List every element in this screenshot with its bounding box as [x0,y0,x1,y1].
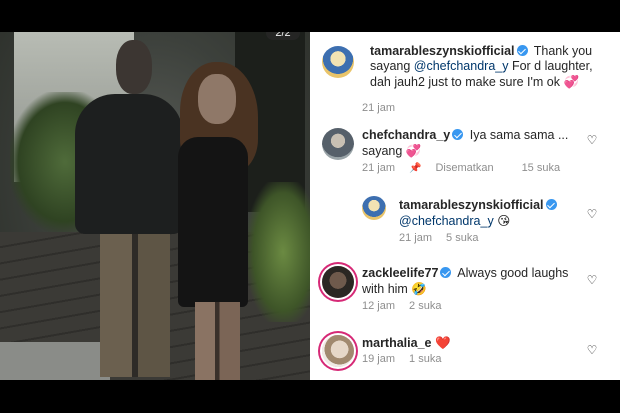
comment-username[interactable]: marthalia_e [362,336,431,350]
mention-link[interactable]: @chefchandra_y [399,214,494,228]
emoji: 😘 [497,213,511,228]
verified-badge-icon [452,129,464,140]
comment-username[interactable]: zackleelife77 [362,266,438,280]
avatar[interactable] [362,196,386,220]
post-viewer: 2/2 tamarableszynskiofficial Thank you s… [0,32,620,380]
comment-time: 21 jam [362,102,396,114]
comment-item: tamarableszynskiofficial Thank you sayan… [310,42,620,117]
comments-panel: tamarableszynskiofficial Thank you sayan… [310,32,620,380]
pinned-label: 📌 Disematkan [409,162,494,174]
emoji: ❤️ [434,335,451,350]
heart-outline-icon[interactable]: ♡ [586,208,598,220]
avatar[interactable] [322,128,354,160]
comment-text: tamarableszynskiofficial Thank you sayan… [370,44,593,89]
emoji: 💞 [405,143,422,158]
comment-text: chefchandra_y Iya sama sama ... sayang 💞 [362,128,569,158]
comment-time: 12 jam [362,300,396,312]
likes-count[interactable]: 2 suka [409,300,441,312]
emoji: 🤣 [411,281,427,296]
verified-badge-icon [545,199,557,210]
comment-meta: 19 jam 1 suka [362,353,455,365]
comment-time: 21 jam [399,232,433,244]
comment-item: chefchandra_y Iya sama sama ... sayang 💞… [310,126,620,178]
comment-item: marthalia_e ❤️ 19 jam 1 suka ♡ [310,333,620,377]
comment-meta: 21 jam [362,102,409,114]
comment-username[interactable]: chefchandra_y [362,128,450,142]
avatar[interactable] [322,266,354,298]
post-photo[interactable]: 2/2 [0,32,310,380]
likes-count[interactable]: 5 suka [446,232,478,244]
comment-username[interactable]: tamarableszynskiofficial [370,44,515,58]
heart-outline-icon[interactable]: ♡ [586,344,598,356]
verified-badge-icon [516,45,528,56]
avatar[interactable] [322,335,354,367]
letterbox-bar [0,380,620,413]
comment-username[interactable]: tamarableszynskiofficial [399,198,544,212]
comment-meta: 21 jam 5 suka [399,232,492,244]
comment-meta: 21 jam 📌 Disematkan 15 suka [362,162,574,174]
comment-item: zackleelife77 Always good laughs with hi… [310,264,620,316]
comment-time: 19 jam [362,353,396,365]
heart-outline-icon[interactable]: ♡ [586,274,598,286]
reply-item: tamarableszynskiofficial @chefchandra_y … [310,196,620,246]
likes-count[interactable]: 1 suka [409,353,441,365]
heart-outline-icon[interactable]: ♡ [586,134,598,146]
comment-time: 21 jam [362,162,396,174]
likes-count[interactable]: 15 suka [522,162,561,174]
verified-badge-icon [440,267,452,278]
media-counter: 2/2 [266,32,300,40]
comment-text: tamarableszynskiofficial @chefchandra_y … [399,198,589,229]
mention-link[interactable]: @chefchandra_y [414,59,509,73]
comment-text: marthalia_e ❤️ [362,335,587,351]
comment-meta: 12 jam 2 suka [362,300,455,312]
comment-text: zackleelife77 Always good laughs with hi… [362,266,569,296]
emoji: 💞 [563,74,580,89]
avatar[interactable] [322,46,354,78]
pin-icon: 📌 [409,163,422,174]
